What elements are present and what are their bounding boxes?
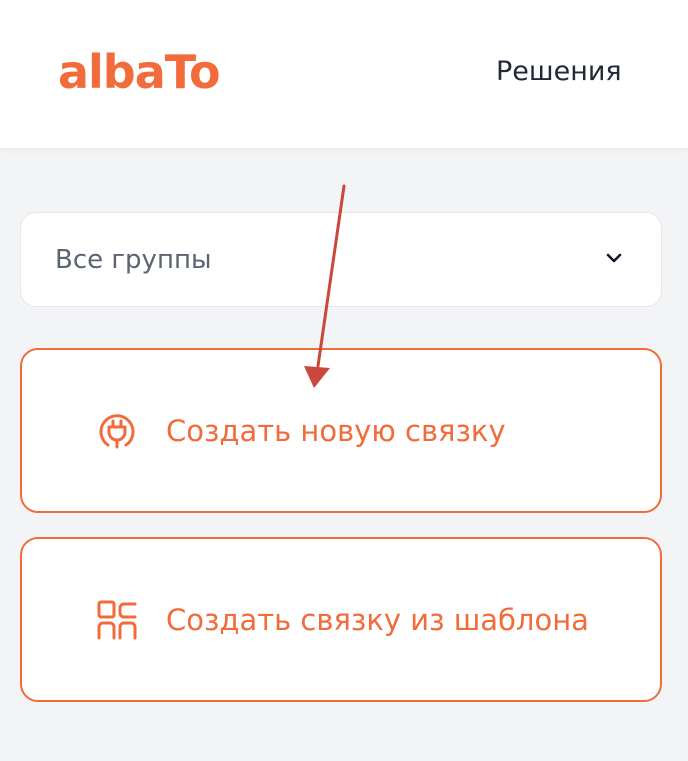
group-filter-select[interactable]: Все группы — [20, 212, 662, 307]
plug-icon — [94, 408, 140, 454]
create-from-template-button[interactable]: Создать связку из шаблона — [20, 537, 662, 702]
create-from-template-label: Создать связку из шаблона — [166, 602, 589, 637]
nav-solutions-link[interactable]: Решения — [496, 56, 622, 87]
albato-logo[interactable]: albaTo — [58, 45, 238, 103]
template-grid-icon — [94, 597, 140, 643]
group-filter-value: Все группы — [55, 244, 212, 275]
chevron-down-icon — [605, 251, 623, 269]
create-new-connection-label: Создать новую связку — [166, 413, 506, 448]
logo-text: albaTo — [58, 50, 220, 96]
top-header: albaTo Решения — [0, 0, 688, 148]
create-new-connection-button[interactable]: Создать новую связку — [20, 348, 662, 513]
